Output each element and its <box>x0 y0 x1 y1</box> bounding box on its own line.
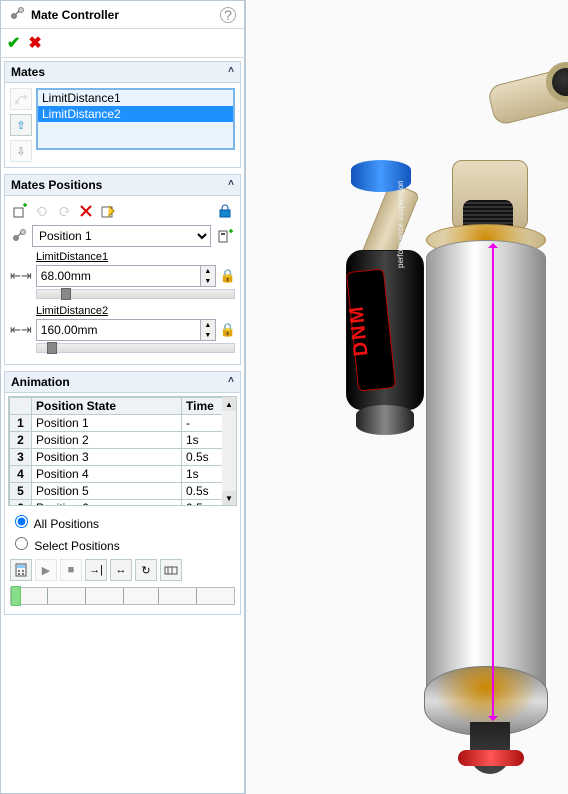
radio-select-positions[interactable]: Select Positions <box>10 534 235 553</box>
move-up-button[interactable]: ⇧ <box>10 114 32 136</box>
animation-table[interactable]: Position StateTime 1Position 1- 2Positio… <box>9 397 236 506</box>
loop-forward-button[interactable]: →| <box>85 559 107 581</box>
edit-position-button[interactable] <box>98 201 118 221</box>
position-icon <box>10 226 28 247</box>
mates-header-label: Mates <box>11 65 45 79</box>
dim2-label: LimitDistance2 <box>36 305 235 317</box>
table-row: 3Position 30.5s <box>10 449 236 466</box>
dim1-down[interactable]: ▼ <box>201 276 215 286</box>
ok-cancel-bar: ✔ ✖ <box>1 29 244 58</box>
radio-all-positions[interactable]: All Positions <box>10 512 235 531</box>
animation-header[interactable]: Animation ˄ <box>4 371 241 393</box>
ok-button[interactable]: ✔ <box>7 33 20 53</box>
table-scrollbar[interactable]: ▲▼ <box>222 397 236 505</box>
dim2-lock-icon[interactable]: 🔒 <box>220 322 236 338</box>
mates-listbox[interactable]: LimitDistance1 LimitDistance2 <box>36 88 235 150</box>
positions-header[interactable]: Mates Positions ˄ <box>4 174 241 196</box>
position-select[interactable]: Position 1 <box>32 225 211 247</box>
table-row: 1Position 1- <box>10 415 236 432</box>
timeline-cursor[interactable] <box>11 586 21 606</box>
distance-icon: ⇤⇥ <box>10 268 32 284</box>
animation-header-label: Animation <box>11 375 70 389</box>
panel-title: Mate Controller <box>31 8 214 22</box>
collect-mates-button[interactable] <box>10 88 32 110</box>
distance-icon: ⇤⇥ <box>10 322 32 338</box>
dim1-lock-icon[interactable]: 🔒 <box>220 268 236 284</box>
mates-header[interactable]: Mates ˄ <box>4 61 241 83</box>
timeline-track[interactable] <box>10 587 235 605</box>
dimension-arrow <box>492 248 494 716</box>
mates-body: ⇧ ⇩ LimitDistance1 LimitDistance2 <box>4 83 241 168</box>
positions-body: Position 1 LimitDistance1 ⇤⇥ ▲▼ 🔒 LimitD… <box>4 196 241 365</box>
dim2-up[interactable]: ▲ <box>201 320 215 330</box>
play-button[interactable]: ▶ <box>35 559 57 581</box>
dim1-label: LimitDistance1 <box>36 251 235 263</box>
table-row: 2Position 21s <box>10 432 236 449</box>
dim1-slider[interactable] <box>36 289 235 299</box>
mate-item-0[interactable]: LimitDistance1 <box>38 90 233 106</box>
positions-toolbar <box>10 201 235 221</box>
animation-toolbar: ▶ ■ →| ↔ ↻ <box>10 559 235 581</box>
dim2-slider[interactable] <box>36 343 235 353</box>
chevron-up-icon: ˄ <box>228 375 234 389</box>
dnm-logo: DNM <box>345 304 373 358</box>
loop-repeat-button[interactable]: ↻ <box>135 559 157 581</box>
dim1-up[interactable]: ▲ <box>201 266 215 276</box>
lock-all-button[interactable] <box>215 201 235 221</box>
dnm-subtext: performance suspension <box>396 180 405 268</box>
help-icon[interactable]: ? <box>220 7 236 23</box>
refresh-button[interactable] <box>32 201 52 221</box>
move-down-button[interactable]: ⇩ <box>10 140 32 162</box>
mate-item-1[interactable]: LimitDistance2 <box>38 106 233 122</box>
add-config-button[interactable] <box>215 226 235 246</box>
calculator-button[interactable] <box>10 559 32 581</box>
property-panel: Mate Controller ? ✔ ✖ Mates ˄ ⇧ ⇩ LimitD… <box>0 0 246 794</box>
cancel-button[interactable]: ✖ <box>28 33 41 53</box>
delete-position-button[interactable] <box>76 201 96 221</box>
table-row: 4Position 41s <box>10 466 236 483</box>
loop-pingpong-button[interactable]: ↔ <box>110 559 132 581</box>
dim1-input[interactable] <box>36 265 201 287</box>
stop-button[interactable]: ■ <box>60 559 82 581</box>
animation-scope: All Positions Select Positions <box>10 512 235 553</box>
table-row: 5Position 50.5s <box>10 483 236 500</box>
undo-button[interactable] <box>54 201 74 221</box>
chevron-up-icon: ˄ <box>228 178 234 192</box>
shock-absorber-model: DNM performance suspension <box>336 50 546 750</box>
col-state[interactable]: Position State <box>32 398 182 415</box>
panel-header: Mate Controller ? <box>1 1 244 29</box>
dim2-down[interactable]: ▼ <box>201 330 215 340</box>
positions-header-label: Mates Positions <box>11 178 102 192</box>
mate-controller-icon <box>9 5 25 24</box>
3d-viewport[interactable]: DNM performance suspension <box>246 0 568 794</box>
dim2-input[interactable] <box>36 319 201 341</box>
motion-study-button[interactable] <box>160 559 182 581</box>
animation-body: Position StateTime 1Position 1- 2Positio… <box>4 393 241 615</box>
add-position-button[interactable] <box>10 201 30 221</box>
table-row: 6Position 60.5s <box>10 500 236 507</box>
chevron-up-icon: ˄ <box>228 65 234 79</box>
